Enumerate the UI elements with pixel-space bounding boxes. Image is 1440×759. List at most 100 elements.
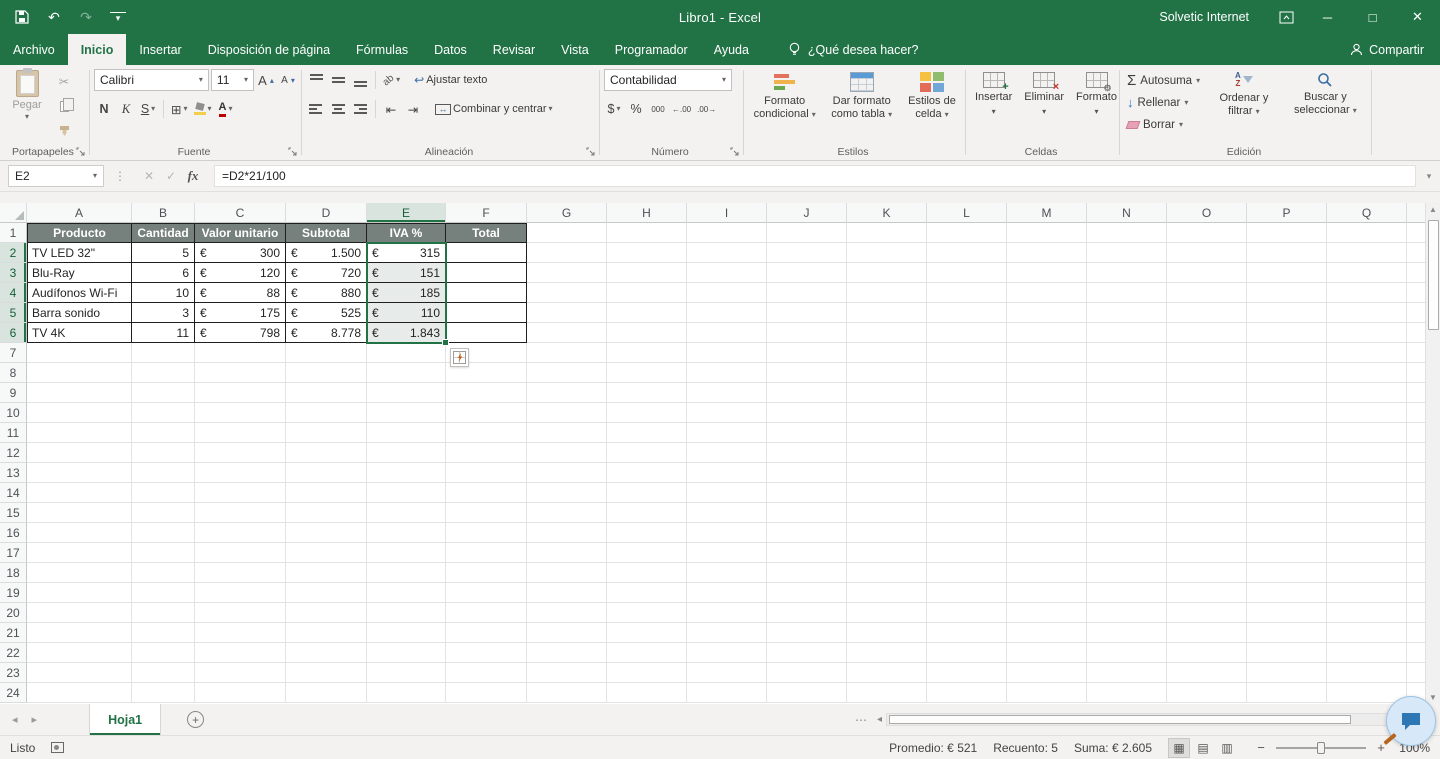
row-header-7[interactable]: 7 xyxy=(0,343,27,363)
cell-D6[interactable]: €8.778 xyxy=(286,323,367,343)
cell-filler20[interactable] xyxy=(1407,603,1425,623)
cell-K12[interactable] xyxy=(847,443,927,463)
column-header-N[interactable]: N xyxy=(1087,203,1167,223)
cell-K19[interactable] xyxy=(847,583,927,603)
cell-I12[interactable] xyxy=(687,443,767,463)
cell-O10[interactable] xyxy=(1167,403,1247,423)
cell-J15[interactable] xyxy=(767,503,847,523)
cell-O12[interactable] xyxy=(1167,443,1247,463)
macro-record-icon[interactable] xyxy=(51,742,65,753)
cell-L4[interactable] xyxy=(927,283,1007,303)
number-format-combo[interactable]: Contabilidad ▾ xyxy=(604,69,732,91)
cell-E9[interactable] xyxy=(367,383,446,403)
cell-filler16[interactable] xyxy=(1407,523,1425,543)
decrease-decimal-button[interactable]: .00→ xyxy=(695,98,718,120)
page-break-view-button[interactable]: ▥ xyxy=(1216,738,1238,758)
cell-D20[interactable] xyxy=(286,603,367,623)
cell-H14[interactable] xyxy=(607,483,687,503)
cell-N13[interactable] xyxy=(1087,463,1167,483)
cell-P2[interactable] xyxy=(1247,243,1327,263)
cell-L14[interactable] xyxy=(927,483,1007,503)
previous-sheet-arrow-icon[interactable]: ◂ xyxy=(12,713,18,726)
cell-B7[interactable] xyxy=(132,343,195,363)
cell-J6[interactable] xyxy=(767,323,847,343)
cell-filler2[interactable] xyxy=(1407,243,1425,263)
cell-I7[interactable] xyxy=(687,343,767,363)
cell-Q8[interactable] xyxy=(1327,363,1407,383)
normal-view-button[interactable]: ▦ xyxy=(1168,737,1190,758)
cell-F18[interactable] xyxy=(446,563,527,583)
cell-K15[interactable] xyxy=(847,503,927,523)
cell-B16[interactable] xyxy=(132,523,195,543)
cell-A23[interactable] xyxy=(27,663,132,683)
cell-I17[interactable] xyxy=(687,543,767,563)
row-header-23[interactable]: 23 xyxy=(0,663,27,683)
cell-J22[interactable] xyxy=(767,643,847,663)
cell-D11[interactable] xyxy=(286,423,367,443)
increase-indent-button[interactable]: ⇥ xyxy=(403,98,423,120)
tab-revisar[interactable]: Revisar xyxy=(480,34,548,65)
cell-L17[interactable] xyxy=(927,543,1007,563)
cell-P17[interactable] xyxy=(1247,543,1327,563)
cell-F6[interactable] xyxy=(446,323,527,343)
cell-P12[interactable] xyxy=(1247,443,1327,463)
cell-C19[interactable] xyxy=(195,583,286,603)
cell-K1[interactable] xyxy=(847,223,927,243)
cell-J4[interactable] xyxy=(767,283,847,303)
cell-I5[interactable] xyxy=(687,303,767,323)
fill-color-button[interactable]: ▾ xyxy=(192,98,214,120)
cell-O21[interactable] xyxy=(1167,623,1247,643)
align-bottom-button[interactable] xyxy=(350,69,370,91)
cell-filler4[interactable] xyxy=(1407,283,1425,303)
next-sheet-arrow-icon[interactable]: ▸ xyxy=(32,713,38,726)
cell-I10[interactable] xyxy=(687,403,767,423)
cell-N5[interactable] xyxy=(1087,303,1167,323)
cell-filler7[interactable] xyxy=(1407,343,1425,363)
cell-N4[interactable] xyxy=(1087,283,1167,303)
cell-O18[interactable] xyxy=(1167,563,1247,583)
cell-C22[interactable] xyxy=(195,643,286,663)
cell-filler6[interactable] xyxy=(1407,323,1425,343)
cell-L21[interactable] xyxy=(927,623,1007,643)
cell-L2[interactable] xyxy=(927,243,1007,263)
row-header-5[interactable]: 5 xyxy=(0,303,27,323)
cell-P13[interactable] xyxy=(1247,463,1327,483)
cell-P1[interactable] xyxy=(1247,223,1327,243)
cell-K14[interactable] xyxy=(847,483,927,503)
cell-F23[interactable] xyxy=(446,663,527,683)
cell-A18[interactable] xyxy=(27,563,132,583)
cell-H1[interactable] xyxy=(607,223,687,243)
cell-E24[interactable] xyxy=(367,683,446,703)
wrap-text-button[interactable]: ↩ Ajustar texto xyxy=(412,69,489,91)
tab-disposici-n-de-p-gina[interactable]: Disposición de página xyxy=(195,34,343,65)
cell-M15[interactable] xyxy=(1007,503,1087,523)
cell-M11[interactable] xyxy=(1007,423,1087,443)
cell-O8[interactable] xyxy=(1167,363,1247,383)
scroll-left-arrow-icon[interactable]: ◂ xyxy=(877,714,882,725)
cell-A14[interactable] xyxy=(27,483,132,503)
cell-J16[interactable] xyxy=(767,523,847,543)
tab-archivo[interactable]: Archivo xyxy=(0,34,68,65)
cell-O15[interactable] xyxy=(1167,503,1247,523)
cell-Q15[interactable] xyxy=(1327,503,1407,523)
cell-filler18[interactable] xyxy=(1407,563,1425,583)
column-header-D[interactable]: D xyxy=(286,203,367,223)
increase-font-size-button[interactable]: A ▴ xyxy=(256,69,276,91)
cell-Q16[interactable] xyxy=(1327,523,1407,543)
cell-H6[interactable] xyxy=(607,323,687,343)
cell-I4[interactable] xyxy=(687,283,767,303)
cancel-icon[interactable]: ✕ xyxy=(138,166,160,186)
cell-L7[interactable] xyxy=(927,343,1007,363)
cell-I21[interactable] xyxy=(687,623,767,643)
cell-H20[interactable] xyxy=(607,603,687,623)
cell-filler11[interactable] xyxy=(1407,423,1425,443)
cell-C23[interactable] xyxy=(195,663,286,683)
column-header-F[interactable]: F xyxy=(446,203,527,223)
cell-L8[interactable] xyxy=(927,363,1007,383)
cell-N21[interactable] xyxy=(1087,623,1167,643)
cell-F17[interactable] xyxy=(446,543,527,563)
cell-P3[interactable] xyxy=(1247,263,1327,283)
row-header-22[interactable]: 22 xyxy=(0,643,27,663)
cell-B1[interactable]: Cantidad xyxy=(132,223,195,243)
cell-B23[interactable] xyxy=(132,663,195,683)
